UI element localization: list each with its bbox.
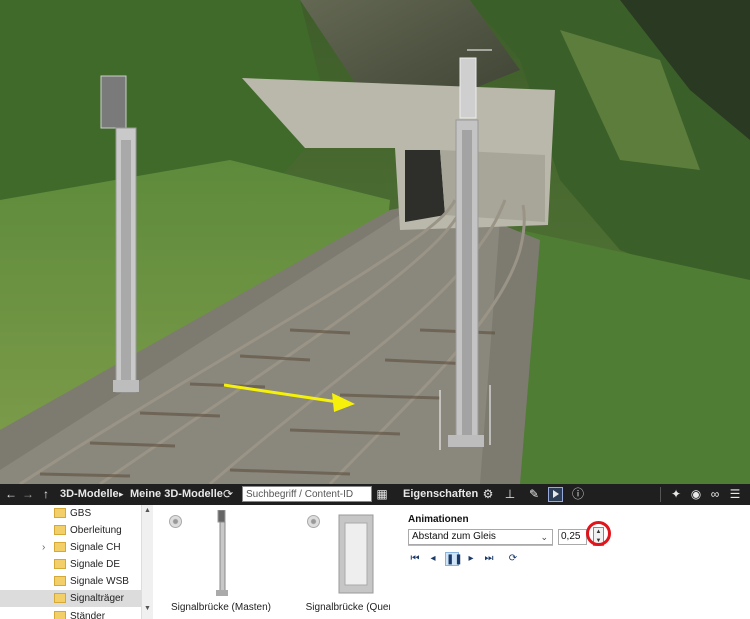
folder-item-signale-ch[interactable]: › Signale CH xyxy=(0,539,141,556)
arrow-up-icon[interactable]: ↑ xyxy=(38,486,54,503)
animation-progress-line xyxy=(408,545,553,546)
folder-icon xyxy=(54,508,66,518)
animation-select-value: Abstand zum Gleis xyxy=(412,531,496,542)
chevron-down-icon: ⌄ xyxy=(540,532,548,542)
folder-label: Ständer xyxy=(70,611,106,619)
skip-end-icon[interactable]: ⏭ xyxy=(482,552,496,566)
animation-value-field[interactable]: 0,25 xyxy=(558,529,587,545)
model-label: Signalbrücke (Quergurt) xyxy=(305,602,391,613)
animations-heading: Animationen xyxy=(408,514,469,525)
folder-label: Signale CH xyxy=(70,542,121,553)
model-select-radio[interactable] xyxy=(307,515,320,528)
menu-icon[interactable]: ☰ xyxy=(727,486,743,503)
breadcrumb-root[interactable]: 3D-Modelle xyxy=(60,484,119,505)
breadcrumb-separator: ▸ xyxy=(119,489,124,499)
step-back-icon[interactable]: ◂ xyxy=(426,552,440,566)
model-gallery: Signalbrücke (Masten) Signalbrücke (Quer… xyxy=(153,505,391,619)
properties-panel: Animationen Abstand zum Gleis ⌄ 0,25 ▲ ▼… xyxy=(390,505,750,619)
folder-label: Signale WSB xyxy=(70,576,129,587)
link-icon[interactable]: ∞ xyxy=(707,486,723,503)
gear-icon[interactable]: ⚙ xyxy=(480,486,496,503)
folder-icon xyxy=(54,576,66,586)
3d-viewport[interactable] xyxy=(0,0,750,484)
eye-icon[interactable]: ◉ xyxy=(688,486,704,503)
pause-icon[interactable]: ❚❚ xyxy=(445,552,463,566)
folder-label: GBS xyxy=(70,508,92,519)
mast-thumbnail xyxy=(216,510,228,596)
breadcrumb-current[interactable]: Meine 3D-Modelle xyxy=(130,484,223,505)
folder-scrollbar[interactable]: ▲ ▼ xyxy=(141,505,153,619)
folder-icon xyxy=(54,611,66,619)
scroll-up-icon[interactable]: ▲ xyxy=(144,507,151,514)
quergurt-thumbnail xyxy=(338,514,374,594)
arrow-left-icon[interactable]: ← xyxy=(3,486,19,503)
folder-item-gbs[interactable]: GBS xyxy=(0,505,141,522)
folder-icon xyxy=(54,593,66,603)
skip-start-icon[interactable]: ⏮ xyxy=(408,552,422,566)
loop-icon[interactable]: ⟳ xyxy=(506,552,520,566)
folder-item-signale-de[interactable]: Signale DE xyxy=(0,556,141,573)
folder-item-oberleitung[interactable]: Oberleitung xyxy=(0,522,141,539)
expand-chevron-icon[interactable]: › xyxy=(42,539,45,556)
toolbar: ← → ↑ 3D-Modelle ▸ Meine 3D-Modelle ⟳ Su… xyxy=(0,484,750,505)
folder-item-signale-wsb[interactable]: Signale WSB xyxy=(0,573,141,590)
model-card-masten[interactable]: Signalbrücke (Masten) xyxy=(155,507,287,617)
toolbar-divider xyxy=(660,487,661,502)
folder-icon xyxy=(54,542,66,552)
model-card-quergurt[interactable]: Signalbrücke (Quergurt) xyxy=(293,507,391,617)
highlight-circle xyxy=(586,521,611,546)
folder-icon xyxy=(54,525,66,535)
bottom-panels: GBS Oberleitung › Signale CH Signale DE … xyxy=(0,505,750,619)
scroll-down-icon[interactable]: ▼ xyxy=(144,605,151,612)
folder-label: Oberleitung xyxy=(70,525,122,536)
folder-tree: GBS Oberleitung › Signale CH Signale DE … xyxy=(0,505,154,619)
folder-item-signaltraeger[interactable]: Signalträger xyxy=(0,590,141,607)
step-forward-icon[interactable]: ▸ xyxy=(464,552,478,566)
brush-icon[interactable]: ✎ xyxy=(526,486,542,503)
scene-render xyxy=(0,0,750,484)
search-input[interactable]: Suchbegriff / Content-ID xyxy=(242,486,372,502)
folder-label: Signalträger xyxy=(70,593,124,604)
properties-title: Eigenschaften xyxy=(403,488,479,500)
folder-item-staender[interactable]: Ständer xyxy=(0,608,141,619)
animation-select[interactable]: Abstand zum Gleis ⌄ xyxy=(408,529,553,545)
refresh-icon[interactable]: ⟳ xyxy=(220,486,236,503)
pin-icon[interactable]: ✦ xyxy=(668,486,684,503)
axes-icon[interactable]: ⊥ xyxy=(502,486,518,503)
info-icon[interactable]: ⓘ xyxy=(570,486,586,503)
model-select-radio[interactable] xyxy=(169,515,182,528)
folder-label: Signale DE xyxy=(70,559,121,570)
grid-view-icon[interactable]: ▦ xyxy=(374,486,390,503)
folder-icon xyxy=(54,559,66,569)
arrow-right-icon[interactable]: → xyxy=(20,486,36,503)
model-label: Signalbrücke (Masten) xyxy=(170,602,272,613)
play-icon[interactable] xyxy=(548,487,563,502)
